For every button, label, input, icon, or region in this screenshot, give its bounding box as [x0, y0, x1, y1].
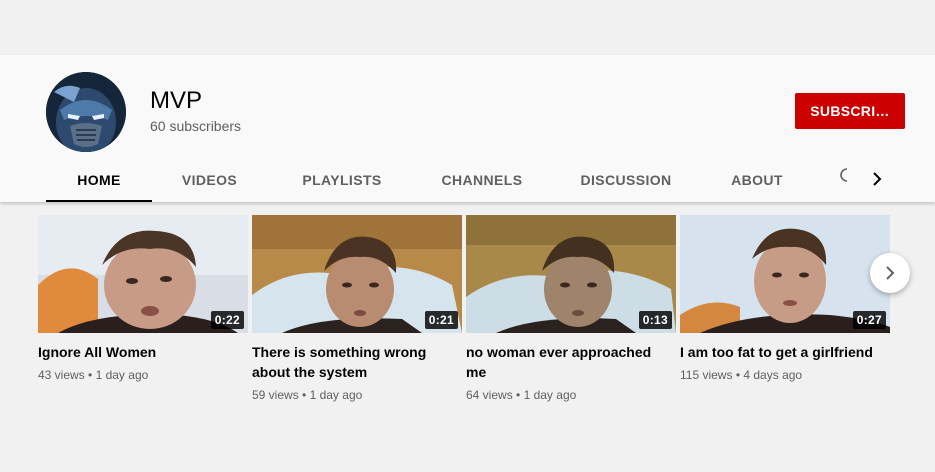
tab-discussion[interactable]: DISCUSSION [547, 157, 705, 202]
view-count: 64 views [466, 388, 513, 402]
tab-videos[interactable]: VIDEOS [152, 157, 267, 202]
meta-separator: • [516, 388, 521, 402]
video-title[interactable]: no woman ever approached me [466, 342, 666, 382]
video-meta: 43 views • 1 day ago [38, 368, 248, 382]
video-card[interactable]: 0:22 Ignore All Women 43 views • 1 day a… [38, 215, 248, 382]
channel-tabs: HOME VIDEOS PLAYLISTS CHANNELS DISCUSSIO… [46, 157, 809, 202]
channel-header: MVP 60 subscribers SUBSCRI… HOME VIDEOS … [0, 55, 935, 202]
view-count: 115 views [680, 368, 733, 382]
upload-age: 1 day ago [309, 388, 363, 402]
video-meta: 115 views • 4 days ago [680, 368, 890, 382]
video-card[interactable]: 0:21 There is something wrong about the … [252, 215, 462, 402]
shelf-next-button[interactable] [870, 253, 910, 293]
subscribe-button[interactable]: SUBSCRI… [795, 93, 905, 129]
channel-avatar[interactable] [46, 72, 126, 152]
meta-separator: • [735, 368, 741, 382]
upload-age: 1 day ago [95, 368, 149, 382]
meta-separator: • [302, 388, 307, 402]
upload-age: 4 days ago [743, 368, 803, 382]
search-icon[interactable] [838, 167, 848, 188]
view-count: 43 views [38, 368, 85, 382]
channel-name: MVP [150, 87, 203, 114]
video-thumbnail[interactable]: 0:13 [466, 215, 676, 333]
video-card[interactable]: 0:27 I am too fat to get a girlfriend 11… [680, 215, 890, 382]
video-title[interactable]: There is something wrong about the syste… [252, 342, 452, 382]
video-duration: 0:22 [210, 311, 244, 329]
video-duration: 0:27 [852, 311, 886, 329]
subscriber-count: 60 subscribers [150, 118, 242, 134]
video-duration: 0:21 [424, 311, 458, 329]
video-title[interactable]: Ignore All Women [38, 342, 238, 362]
tab-playlists[interactable]: PLAYLISTS [267, 157, 417, 202]
chevron-right-icon[interactable] [866, 167, 888, 191]
tab-about[interactable]: ABOUT [705, 157, 809, 202]
video-meta: 59 views • 1 day ago [252, 388, 462, 402]
video-thumbnail[interactable]: 0:27 [680, 215, 890, 333]
video-title[interactable]: I am too fat to get a girlfriend [680, 342, 880, 362]
upload-age: 1 day ago [523, 388, 577, 402]
video-thumbnail[interactable]: 0:22 [38, 215, 248, 333]
tab-channels[interactable]: CHANNELS [417, 157, 547, 202]
view-count: 59 views [252, 388, 299, 402]
video-card[interactable]: 0:13 no woman ever approached me 64 view… [466, 215, 676, 402]
video-thumbnail[interactable]: 0:21 [252, 215, 462, 333]
chevron-right-icon [886, 266, 895, 280]
video-meta: 64 views • 1 day ago [466, 388, 676, 402]
meta-separator: • [88, 368, 93, 382]
tab-home[interactable]: HOME [46, 157, 152, 202]
video-duration: 0:13 [638, 311, 672, 329]
